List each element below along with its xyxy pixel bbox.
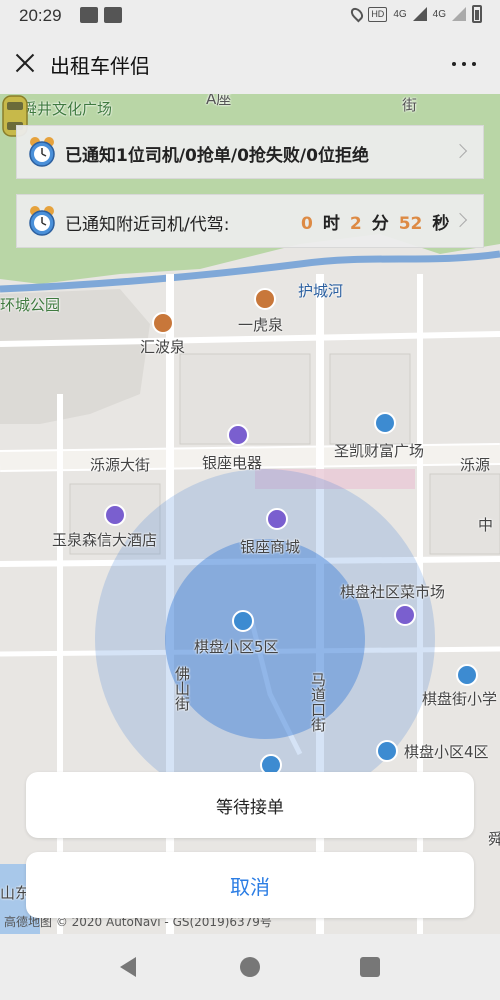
chevron-right-icon	[452, 212, 468, 228]
building-icon	[232, 610, 254, 632]
countdown-minutes: 2	[349, 214, 362, 234]
map-label-park: 环城公园	[0, 296, 61, 314]
shopping-icon	[227, 424, 249, 446]
spring-icon	[254, 288, 276, 310]
map-label-zhong: 中	[478, 516, 494, 534]
chevron-right-icon	[452, 143, 468, 159]
map-label-market: 棋盘社区菜市场	[340, 583, 446, 601]
map-label-ba: 舜	[488, 830, 500, 848]
home-icon[interactable]	[240, 957, 260, 977]
hd-icon: HD	[368, 6, 388, 22]
map-label-square: 舜井文化广场	[22, 100, 113, 118]
shopping-icon	[266, 508, 288, 530]
signal-icon-1	[412, 7, 427, 21]
countdown-timer: 0 时 2 分 52 秒	[301, 209, 449, 234]
map-label-shengkai: 圣凯财富广场	[334, 442, 425, 460]
close-icon[interactable]	[12, 50, 38, 76]
cancel-button[interactable]: 取消	[26, 852, 474, 918]
spring-icon	[152, 312, 174, 334]
map-label-qipan4: 棋盘小区4区	[404, 743, 489, 761]
recent-apps-icon[interactable]	[360, 957, 380, 977]
map-label-qipan5: 棋盘小区5区	[194, 638, 279, 656]
map-label-hotel: 玉泉森信大酒店	[52, 531, 158, 549]
status-bar: 20:29 HD 4G 4G	[0, 0, 500, 32]
map-label-madaokou: 马道口街	[309, 672, 327, 732]
status-time: 20:29	[19, 6, 62, 25]
countdown-seconds: 52	[398, 214, 423, 234]
location-icon	[348, 5, 366, 23]
countdown-seconds-unit: 秒	[432, 214, 450, 234]
building-icon	[376, 740, 398, 762]
system-nav-bar	[0, 934, 500, 1000]
notify-summary-text: 已通知1位司机/0抢单/0抢失败/0位拒绝	[65, 146, 369, 166]
notify-summary-card[interactable]: 已通知1位司机/0抢单/0抢失败/0位拒绝	[16, 125, 484, 179]
map-label-yinzuo-electric: 银座电器	[202, 454, 263, 472]
network-label-2: 4G	[432, 8, 446, 20]
network-label-1: 4G	[393, 8, 407, 20]
basket-icon	[394, 604, 416, 626]
signal-icon-2	[452, 7, 466, 21]
countdown-hours: 0	[301, 214, 313, 234]
map-label-street-top: 街	[402, 96, 418, 114]
image-icon	[104, 7, 122, 23]
notify-countdown-card[interactable]: 已通知附近司机/代驾: 0 时 2 分 52 秒	[16, 194, 484, 248]
message-icon	[80, 7, 98, 23]
waiting-status: 等待接单	[26, 772, 474, 838]
map-label-foshan: 佛山街	[173, 666, 191, 711]
page-title: 出租车伴侣	[50, 54, 150, 78]
title-bar: 出租车伴侣	[0, 32, 500, 94]
building-icon	[374, 412, 396, 434]
map-label-luoyuan-right: 泺源	[460, 456, 491, 474]
notify-nearby-label: 已通知附近司机/代驾:	[65, 215, 230, 235]
map-label-huibo: 汇波泉	[140, 338, 186, 356]
map-label-yinzuo-mall: 银座商城	[240, 538, 301, 556]
countdown-hours-unit: 时	[322, 214, 340, 234]
countdown-minutes-unit: 分	[371, 214, 389, 234]
map-label-river: 护城河	[298, 282, 344, 300]
back-icon[interactable]	[120, 957, 136, 977]
system-icons: HD 4G 4G	[348, 5, 482, 23]
map-label-school: 棋盘街小学	[422, 690, 498, 708]
map-label-luoyuan: 泺源大街	[90, 456, 151, 474]
more-options-icon[interactable]	[452, 62, 476, 66]
notification-icons	[80, 7, 122, 23]
alarm-clock-icon	[29, 137, 55, 167]
map-label-a-zuo: A座	[206, 94, 232, 108]
battery-icon	[472, 5, 482, 23]
hotel-icon	[104, 504, 126, 526]
map-label-yihu: 一虎泉	[238, 316, 284, 334]
alarm-clock-icon	[29, 206, 55, 236]
school-icon	[456, 664, 478, 686]
